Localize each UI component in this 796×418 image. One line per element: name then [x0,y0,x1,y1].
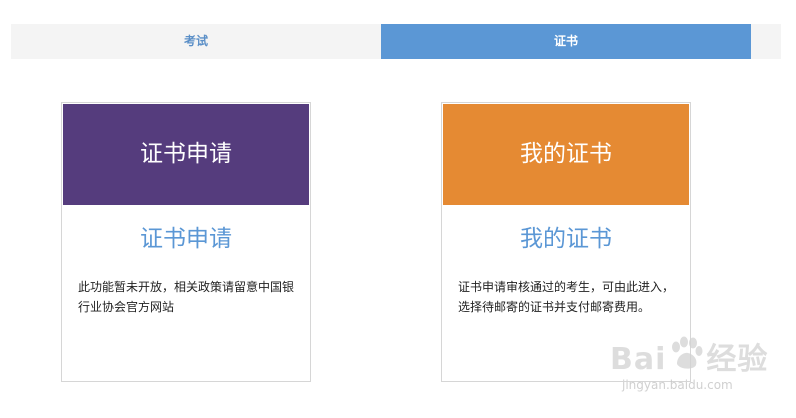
certificate-apply-title: 证书申请 [140,226,232,252]
my-certificate-description: 证书申请审核通过的考生，可由此进入，选择待邮寄的证书并支付邮寄费用。 [458,280,675,314]
tab-exam[interactable]: 考试 [11,24,381,59]
my-certificate-header: 我的证书 [443,104,689,205]
my-certificate-card[interactable]: 我的证书 我的证书 证书申请审核通过的考生，可由此进入，选择待邮寄的证书并支付邮… [441,102,691,382]
certificate-apply-card[interactable]: 证书申请 证书申请 此功能暂未开放，相关政策请留意中国银行业协会官方网站 [61,102,311,382]
tab-certificate[interactable]: 证书 [381,24,751,59]
tab-bar: 考试 证书 [11,24,781,59]
my-certificate-title: 我的证书 [520,226,612,252]
certificate-apply-description: 此功能暂未开放，相关政策请留意中国银行业协会官方网站 [78,280,295,314]
certificate-apply-header: 证书申请 [63,104,309,205]
